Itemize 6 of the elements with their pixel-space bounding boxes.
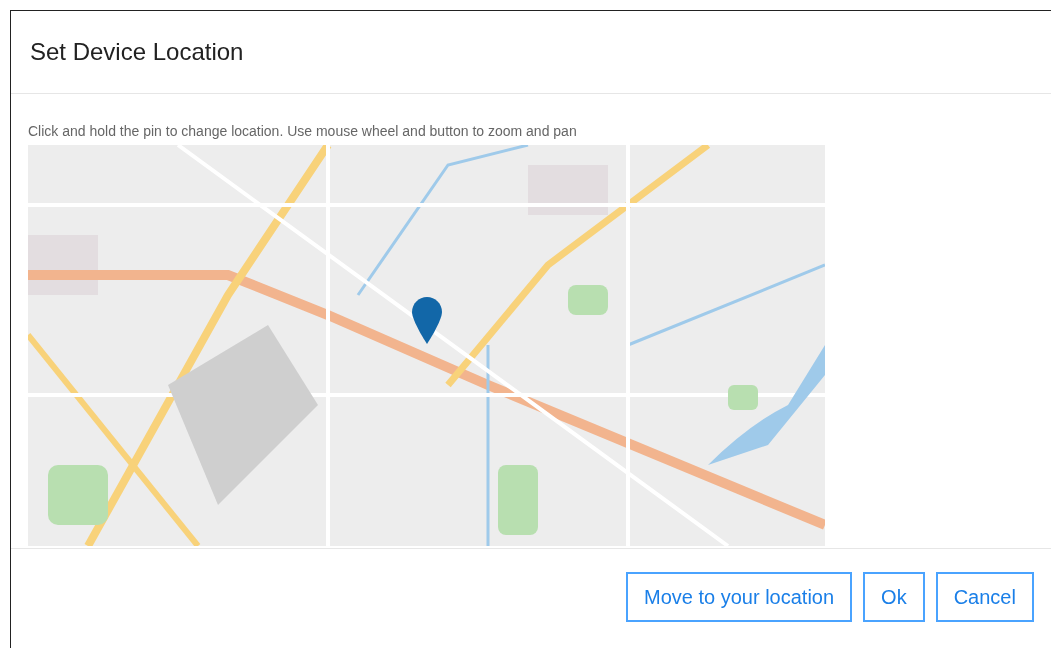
ok-button[interactable]: Ok — [863, 572, 925, 622]
dialog-title: Set Device Location — [30, 38, 244, 66]
instruction-text: Click and hold the pin to change location. Use mouse wheel and button to zoom and pan — [28, 123, 578, 139]
map-pin-icon[interactable] — [412, 297, 442, 344]
cancel-button[interactable]: Cancel — [935, 572, 1034, 622]
move-to-location-button[interactable]: Move to your location — [626, 572, 853, 622]
